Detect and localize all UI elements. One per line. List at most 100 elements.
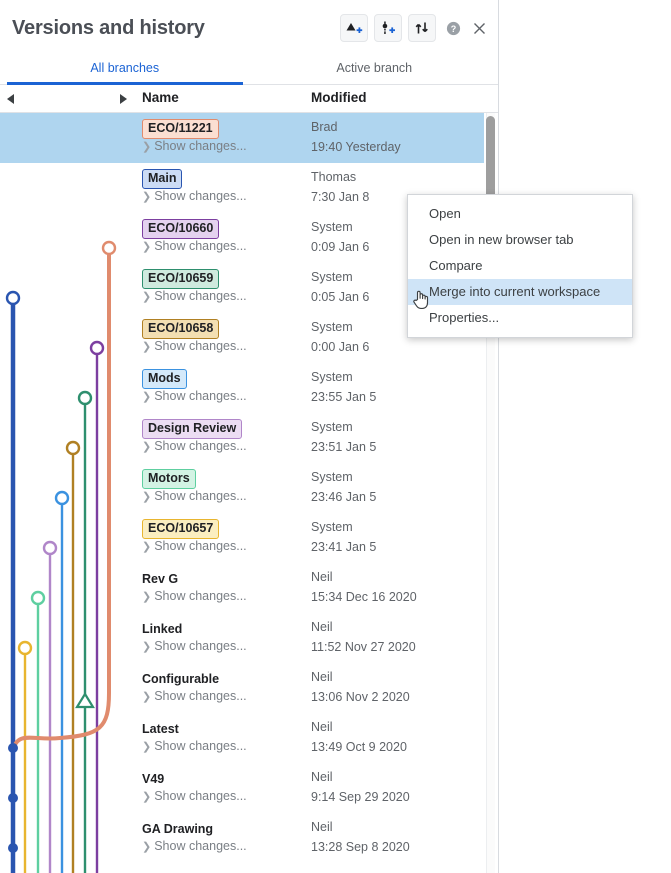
chevron-right-icon: ❯ — [142, 441, 151, 453]
row-user: Neil — [311, 620, 333, 634]
version-label[interactable]: Latest — [142, 719, 179, 738]
chevron-right-icon: ❯ — [142, 241, 151, 253]
version-label[interactable]: Rev G — [142, 569, 178, 588]
version-badge[interactable]: ECO/11221 — [142, 119, 219, 139]
chevron-right-icon: ❯ — [142, 491, 151, 503]
table-row[interactable]: Rev G❯Show changes...Neil15:34 Dec 16 20… — [0, 563, 484, 613]
table-row[interactable]: Latest❯Show changes...Neil13:49 Oct 9 20… — [0, 713, 484, 763]
svg-text:?: ? — [450, 24, 456, 34]
show-changes-link[interactable]: ❯Show changes... — [142, 339, 247, 353]
tab-active-branch[interactable]: Active branch — [250, 57, 500, 84]
row-name: Mods — [142, 369, 187, 389]
table-row[interactable]: Linked❯Show changes... Neil 11:52 Nov 27 2… — [0, 613, 484, 663]
merge-button[interactable] — [408, 14, 436, 42]
show-changes-link[interactable]: ❯Show changes... — [142, 139, 247, 153]
show-changes-link[interactable]: ❯Show changes... — [142, 289, 247, 303]
table-row[interactable]: Mods❯Show changes...System23:55 Jan 5 — [0, 363, 484, 413]
row-modified-time: 13:06 Nov 2 2020 — [311, 690, 410, 704]
version-badge[interactable]: Mods — [142, 369, 187, 389]
table-row[interactable]: GA Drawing❯Show changes... Neil 13:28 Sep … — [0, 813, 484, 863]
show-changes-link[interactable]: ❯Show changes... — [142, 639, 247, 653]
version-badge[interactable]: ECO/10659 — [142, 269, 219, 289]
show-changes-link[interactable]: ❯Show changes... — [142, 689, 247, 703]
show-changes-link[interactable]: ❯Show changes... — [142, 589, 247, 603]
show-changes-link[interactable]: ❯Show changes... — [142, 839, 247, 853]
context-menu-item-open-new-tab[interactable]: Open in new browser tab — [408, 227, 632, 253]
version-label[interactable]: Configurable — [142, 669, 219, 688]
row-name: V49 — [142, 769, 164, 788]
show-changes-link[interactable]: ❯Show changes... — [142, 789, 247, 803]
help-circle-icon: ? — [446, 21, 461, 36]
column-header-row: Name Modified — [0, 85, 499, 113]
show-changes-label: Show changes... — [154, 739, 246, 753]
show-changes-link[interactable]: ❯Show changes... — [142, 439, 247, 453]
table-row[interactable]: V49❯Show changes... Neil 9:14 Sep 29 2020 — [0, 763, 484, 813]
table-row[interactable]: Motors❯Show changes...System23:46 Jan 5 — [0, 463, 484, 513]
table-row[interactable]: Design Review❯Show changes...System23:51… — [0, 413, 484, 463]
context-menu-item-compare[interactable]: Compare — [408, 253, 632, 279]
row-modified-time: 0:05 Jan 6 — [311, 290, 369, 304]
row-user: System — [311, 420, 353, 434]
row-modified-time: 7:30 Jan 8 — [311, 190, 369, 204]
row-modified-time: 23:41 Jan 5 — [311, 540, 376, 554]
row-modified-time: 13:28 Sep 8 2020 — [311, 840, 410, 854]
close-button[interactable] — [470, 19, 488, 37]
column-header-modified[interactable]: Modified — [311, 90, 367, 105]
row-name: ECO/10659 — [142, 269, 219, 289]
version-badge[interactable]: ECO/10660 — [142, 219, 219, 239]
row-name: GA Drawing — [142, 819, 213, 838]
add-version-button[interactable] — [340, 14, 368, 42]
show-changes-link[interactable]: ❯Show changes... — [142, 539, 247, 553]
version-badge[interactable]: Motors — [142, 469, 196, 489]
row-modified-time: 11:52 Nov 27 2020 — [311, 640, 416, 654]
help-button[interactable]: ? — [444, 19, 462, 37]
show-changes-link[interactable]: ❯Show changes... — [142, 389, 247, 403]
triangle-right-icon[interactable] — [120, 94, 127, 104]
row-user: Neil — [311, 820, 333, 834]
column-header-name[interactable]: Name — [142, 90, 179, 105]
show-changes-label: Show changes... — [154, 589, 246, 603]
show-changes-label: Show changes... — [154, 339, 246, 353]
chevron-right-icon: ❯ — [142, 691, 151, 703]
chevron-right-icon: ❯ — [142, 591, 151, 603]
show-changes-label: Show changes... — [154, 389, 246, 403]
row-user: Neil — [311, 670, 333, 684]
context-menu-item-properties[interactable]: Properties... — [408, 305, 632, 331]
context-menu-item-merge[interactable]: Merge into current workspace — [408, 279, 632, 305]
row-user: Neil — [311, 720, 333, 734]
version-badge[interactable]: ECO/10658 — [142, 319, 219, 339]
show-changes-label: Show changes... — [154, 839, 246, 853]
versions-history-window: Versions and history — [0, 0, 671, 873]
row-user: System — [311, 470, 353, 484]
show-changes-link[interactable]: ❯Show changes... — [142, 189, 247, 203]
version-badge[interactable]: ECO/10657 — [142, 519, 219, 539]
chevron-right-icon: ❯ — [142, 391, 151, 403]
add-branch-button[interactable] — [374, 14, 402, 42]
table-row[interactable]: ECO/11221❯Show changes...Brad19:40 Yeste… — [0, 113, 484, 163]
show-changes-label: Show changes... — [154, 489, 246, 503]
show-changes-label: Show changes... — [154, 289, 246, 303]
table-row[interactable]: ECO/10657❯Show changes...System23:41 Jan… — [0, 513, 484, 563]
row-name: Main — [142, 169, 182, 189]
table-row[interactable]: Configurable❯Show changes... Neil 13:06 No… — [0, 663, 484, 713]
row-user: System — [311, 270, 353, 284]
close-icon — [472, 21, 487, 36]
context-menu: Open Open in new browser tab Compare Mer… — [407, 194, 633, 338]
tab-all-branches[interactable]: All branches — [0, 57, 250, 84]
version-label[interactable]: Linked — [142, 619, 182, 638]
row-modified-time: 9:14 Sep 29 2020 — [311, 790, 410, 804]
version-label[interactable]: GA Drawing — [142, 819, 213, 838]
context-menu-item-open[interactable]: Open — [408, 201, 632, 227]
show-changes-link[interactable]: ❯Show changes... — [142, 739, 247, 753]
row-user: Neil — [311, 770, 333, 784]
version-badge[interactable]: Design Review — [142, 419, 242, 439]
version-label[interactable]: V49 — [142, 769, 164, 788]
show-changes-link[interactable]: ❯Show changes... — [142, 489, 247, 503]
row-name: Configurable — [142, 669, 219, 688]
triangle-left-icon[interactable] — [7, 94, 14, 104]
row-user: System — [311, 320, 353, 334]
show-changes-link[interactable]: ❯Show changes... — [142, 239, 247, 253]
show-changes-label: Show changes... — [154, 539, 246, 553]
version-badge[interactable]: Main — [142, 169, 182, 189]
row-user: Brad — [311, 120, 337, 134]
